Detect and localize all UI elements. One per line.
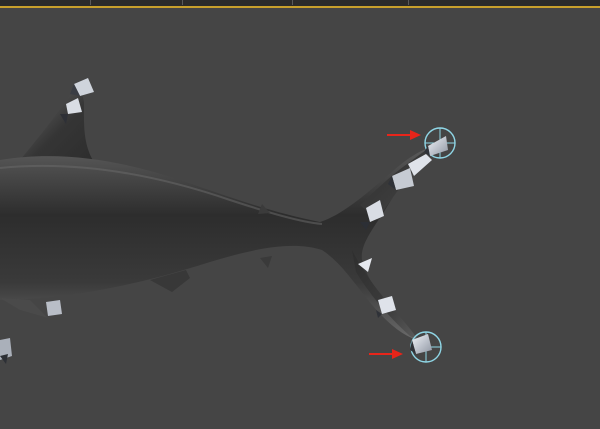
pelvic-fin xyxy=(0,298,48,318)
shark-body[interactable] xyxy=(0,148,430,340)
shark-body-mesh[interactable] xyxy=(0,90,430,340)
arrow-upper-helper xyxy=(387,130,421,140)
ik-helper-upper[interactable] xyxy=(424,127,456,159)
viewport-scene[interactable] xyxy=(0,0,600,429)
ik-helper-lower[interactable] xyxy=(410,331,442,363)
lower-spike xyxy=(260,256,272,268)
bone[interactable] xyxy=(70,78,94,96)
arrow-lower-helper xyxy=(369,349,403,359)
3d-viewport[interactable] xyxy=(0,0,600,429)
